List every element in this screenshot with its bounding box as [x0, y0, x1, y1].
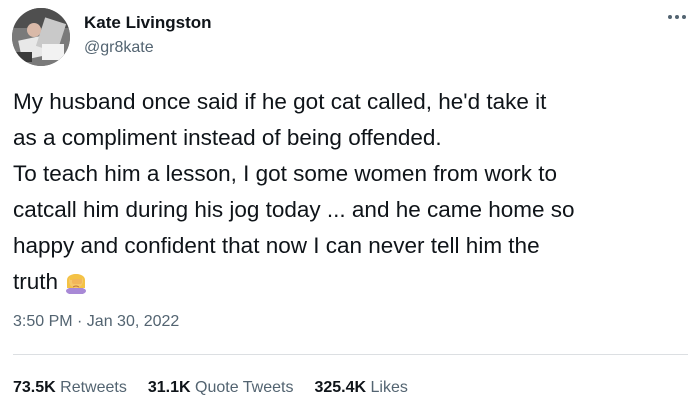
tweet-text-line: as a compliment instead of being offende…	[13, 125, 442, 150]
author-handle[interactable]: @gr8kate	[84, 39, 154, 57]
quote-tweets-label: Quote Tweets	[195, 379, 294, 396]
more-options-button[interactable]	[662, 8, 692, 26]
tweet-text: My husband once said if he got cat calle…	[13, 84, 697, 300]
tweet-text-line: catcall him during his jog today ... and…	[13, 197, 575, 222]
tweet-timestamp[interactable]: 3:50 PM · Jan 30, 2022	[13, 313, 179, 331]
likes-count: 325.4K	[314, 379, 367, 396]
retweets-stat[interactable]: 73.5K Retweets	[13, 379, 127, 397]
woman-facepalming-emoji-icon	[63, 268, 89, 295]
likes-stat[interactable]: 325.4K Likes	[314, 379, 407, 397]
tweet-card: Kate Livingston @gr8kate My husband once…	[0, 0, 700, 416]
tweet-text-line: My husband once said if he got cat calle…	[13, 89, 547, 114]
quote-tweets-count: 31.1K	[147, 379, 191, 396]
divider	[13, 354, 688, 355]
tweet-text-line: To teach him a lesson, I got some women …	[13, 161, 557, 186]
quote-tweets-stat[interactable]: 31.1K Quote Tweets	[148, 379, 294, 397]
avatar-image	[12, 8, 70, 66]
tweet-text-last-line: truth	[13, 264, 697, 300]
retweets-count: 73.5K	[13, 379, 56, 396]
more-horizontal-icon	[668, 15, 686, 19]
retweets-label: Retweets	[60, 379, 127, 396]
tweet-text-line: truth	[13, 269, 59, 294]
tweet-stats: 73.5K Retweets 31.1K Quote Tweets 325.4K…	[13, 379, 408, 397]
likes-label: Likes	[370, 379, 408, 396]
avatar[interactable]	[12, 8, 70, 66]
author-name[interactable]: Kate Livingston	[84, 13, 212, 33]
tweet-text-line: happy and confident that now I can never…	[13, 233, 540, 258]
